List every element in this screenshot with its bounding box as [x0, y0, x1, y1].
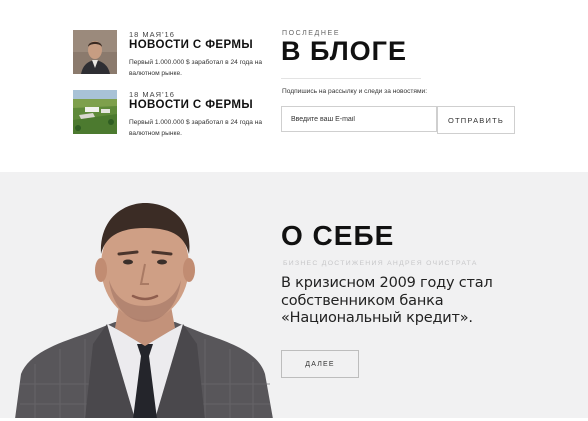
about-title: О СЕБЕ: [281, 220, 395, 251]
about-description: В кризисном 2009 году стал собственником…: [281, 275, 493, 326]
about-subtitle: БИЗНЕС ДОСТИЖЕНИЯ АНДРЕЯ ОЧИСТРАТА: [283, 260, 478, 267]
news-excerpt: Первый 1.000.000 $ заработал в 24 года н…: [129, 59, 263, 77]
news-item[interactable]: 18 МАЯ'16 НОВОСТИ С ФЕРМЫ Первый 1.000.0…: [73, 30, 273, 77]
blog-title: В БЛОГЕ: [281, 36, 407, 66]
news-item[interactable]: 18 МАЯ'16 НОВОСТИ С ФЕРМЫ Первый 1.000.0…: [73, 90, 273, 137]
news-thumbnail-farm[interactable]: [73, 90, 117, 134]
news-date: 18 МАЯ'16: [129, 30, 175, 39]
email-input[interactable]: [281, 106, 437, 132]
divider: [281, 78, 421, 79]
more-button[interactable]: ДАЛЕЕ: [281, 350, 359, 378]
news-thumbnail-man[interactable]: [73, 30, 117, 74]
news-title[interactable]: НОВОСТИ С ФЕРМЫ: [129, 39, 253, 51]
portrait-photo: [15, 202, 273, 419]
subscribe-prompt: Подпишись на рассылку и следи за новостя…: [282, 88, 428, 95]
news-date: 18 МАЯ'16: [129, 90, 175, 99]
send-button[interactable]: ОТПРАВИТЬ: [437, 106, 515, 134]
about-section: О СЕБЕ БИЗНЕС ДОСТИЖЕНИЯ АНДРЕЯ ОЧИСТРАТ…: [0, 172, 588, 419]
news-excerpt: Первый 1.000.000 $ заработал в 24 года н…: [129, 119, 263, 137]
news-title[interactable]: НОВОСТИ С ФЕРМЫ: [129, 99, 253, 111]
